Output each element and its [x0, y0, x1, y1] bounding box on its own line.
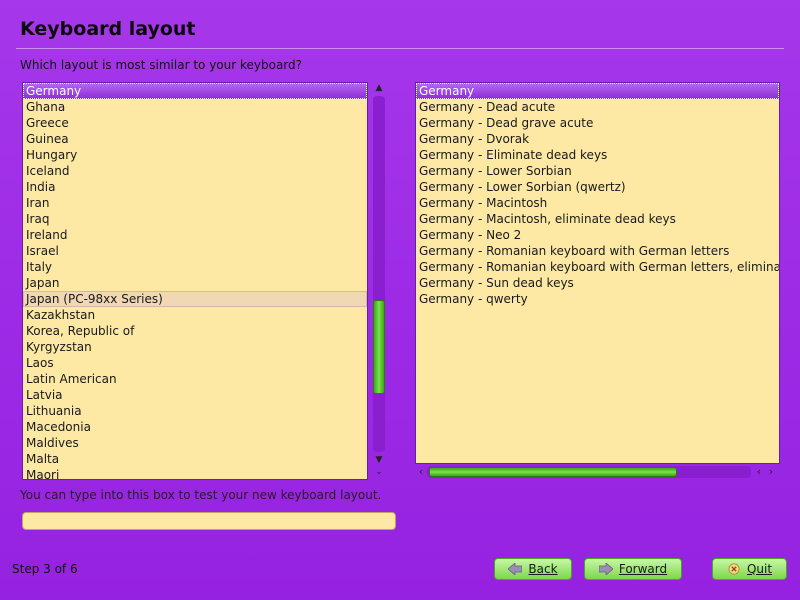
list-item[interactable]: Germany - Dead acute	[416, 99, 779, 115]
list-item[interactable]: Germany	[23, 83, 367, 99]
list-item[interactable]: Malta	[23, 451, 367, 467]
list-item[interactable]: Germany - Sun dead keys	[416, 275, 779, 291]
list-item[interactable]: Lithuania	[23, 403, 367, 419]
list-item[interactable]: Iran	[23, 195, 367, 211]
list-item[interactable]: Japan (PC-98xx Series)	[23, 291, 367, 307]
list-item[interactable]: Germany - Eliminate dead keys	[416, 147, 779, 163]
list-item[interactable]: Latin American	[23, 371, 367, 387]
list-item[interactable]: Germany - Neo 2	[416, 227, 779, 243]
list-item[interactable]: India	[23, 179, 367, 195]
chevron-left-icon[interactable]: ‹	[415, 464, 427, 480]
list-item[interactable]: Germany - Romanian keyboard with German …	[416, 243, 779, 259]
layout-question: Which layout is most similar to your key…	[20, 58, 303, 72]
chevron-up-icon[interactable]: ▲	[371, 82, 387, 94]
variant-list-scrollbar[interactable]: ‹ ‹ ›	[415, 464, 778, 480]
test-box-label: You can type into this box to test your …	[20, 488, 382, 502]
quit-label: Quit	[746, 562, 773, 576]
arrow-left-icon	[508, 563, 523, 575]
chevron-right-icon[interactable]: ›	[765, 464, 777, 480]
list-item[interactable]: Germany - Lower Sorbian (qwertz)	[416, 179, 779, 195]
list-item[interactable]: Iceland	[23, 163, 367, 179]
title-divider	[16, 48, 784, 49]
chevron-down-icon[interactable]: ⌄	[371, 466, 387, 478]
list-item[interactable]: Iraq	[23, 211, 367, 227]
country-list[interactable]: Germany Ghana Greece Guinea Hungary Iceland In…	[22, 82, 368, 480]
list-item[interactable]: Germany - Romanian keyboard with German …	[416, 259, 779, 275]
quit-button[interactable]: Quit	[712, 558, 787, 580]
chevron-left-icon[interactable]: ‹	[753, 464, 765, 480]
list-item[interactable]: Germany - Macintosh, eliminate dead keys	[416, 211, 779, 227]
list-item[interactable]: Germany - Macintosh	[416, 195, 779, 211]
step-indicator: Step 3 of 6	[12, 562, 78, 576]
forward-button[interactable]: Forward	[584, 558, 682, 580]
list-item[interactable]: Germany	[416, 83, 779, 99]
list-item[interactable]: Latvia	[23, 387, 367, 403]
list-item[interactable]: Hungary	[23, 147, 367, 163]
list-item[interactable]: Laos	[23, 355, 367, 371]
forward-label: Forward	[618, 562, 668, 576]
back-label: Back	[528, 562, 558, 576]
list-item[interactable]: Ghana	[23, 99, 367, 115]
page-title: Keyboard layout	[20, 18, 196, 40]
variant-list[interactable]: Germany Germany - Dead acute Germany - Dea…	[415, 82, 780, 464]
scrollbar-track[interactable]	[373, 96, 385, 452]
list-item[interactable]: Kyrgyzstan	[23, 339, 367, 355]
scrollbar-thumb[interactable]	[373, 300, 385, 394]
list-item[interactable]: Japan	[23, 275, 367, 291]
list-item[interactable]: Germany - Lower Sorbian	[416, 163, 779, 179]
list-item[interactable]: Korea, Republic of	[23, 323, 367, 339]
list-item[interactable]: Ireland	[23, 227, 367, 243]
list-item[interactable]: Israel	[23, 243, 367, 259]
chevron-down-icon[interactable]: ▼	[371, 454, 387, 466]
list-item[interactable]: Germany - qwerty	[416, 291, 779, 307]
quit-icon	[728, 563, 740, 575]
list-item[interactable]: Germany - Dead grave acute	[416, 115, 779, 131]
back-button[interactable]: Back	[494, 558, 572, 580]
list-item[interactable]: Macedonia	[23, 419, 367, 435]
scrollbar-thumb[interactable]	[429, 467, 677, 477]
list-item[interactable]: Germany - Dvorak	[416, 131, 779, 147]
list-item[interactable]: Greece	[23, 115, 367, 131]
country-list-scrollbar[interactable]: ▲ ▼ ⌄	[371, 82, 387, 478]
list-item[interactable]: Italy	[23, 259, 367, 275]
list-item[interactable]: Maldives	[23, 435, 367, 451]
arrow-right-icon	[598, 563, 613, 575]
list-item[interactable]: Guinea	[23, 131, 367, 147]
test-layout-input[interactable]	[22, 512, 396, 530]
list-item[interactable]: Kazakhstan	[23, 307, 367, 323]
list-item[interactable]: Maori	[23, 467, 367, 479]
